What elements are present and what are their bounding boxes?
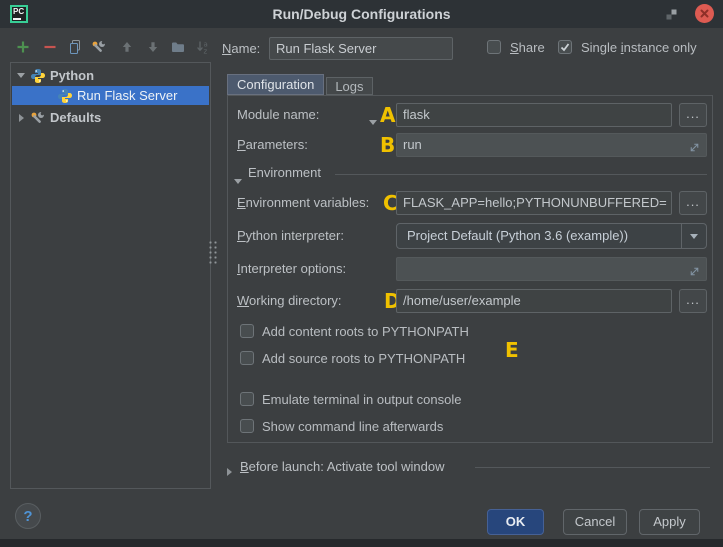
annotation-e: E [505, 338, 519, 362]
python-icon [58, 88, 72, 103]
environment-section-title[interactable]: Environment [248, 165, 321, 180]
help-button[interactable]: ? [15, 503, 41, 529]
section-divider [335, 174, 707, 175]
configuration-tab-content: Module name: A flask ... Parameters: B r… [227, 95, 713, 443]
environment-section-chevron-icon[interactable] [234, 171, 242, 189]
tree-item-label: Defaults [50, 110, 102, 125]
section-divider [475, 467, 710, 468]
checkbox-label: Add content roots to PYTHONPATH [262, 323, 469, 339]
name-label: Name: [222, 41, 261, 56]
apply-button[interactable]: Apply [639, 509, 700, 535]
tab-configuration[interactable]: Configuration [227, 74, 325, 95]
tab-logs[interactable]: Logs [326, 77, 373, 95]
python-interpreter-combobox[interactable]: Project Default (Python 3.6 (example)) [396, 223, 707, 249]
checkbox-box [240, 419, 254, 433]
environment-variables-label: Environment variables: [237, 195, 370, 210]
settings-icon [31, 111, 45, 123]
before-launch-section[interactable]: Before launch: Activate tool window [227, 458, 713, 476]
working-directory-field[interactable]: /home/user/example [396, 289, 672, 313]
parameters-field[interactable]: run [396, 133, 707, 157]
move-up-button[interactable] [118, 38, 136, 56]
move-down-button[interactable] [144, 38, 162, 56]
sort-alphabetically-icon: az [194, 38, 212, 56]
module-name-label: Module name: [237, 107, 320, 122]
tree-item-label: Python [50, 68, 95, 83]
tree-item-defaults[interactable]: Defaults [12, 108, 209, 127]
configurations-tree: Python Run Flask Server Defaults [10, 62, 211, 489]
add-configuration-button[interactable] [14, 38, 32, 56]
chevron-right-icon [227, 463, 232, 481]
checkbox-add-content-roots[interactable]: Add content roots to PYTHONPATH [240, 323, 469, 339]
ok-button[interactable]: OK [487, 509, 544, 535]
module-name-field[interactable]: flask [396, 103, 672, 127]
module-name-browse-button[interactable]: ... [679, 103, 707, 127]
tree-item-run-flask-server[interactable]: Run Flask Server [12, 86, 209, 105]
python-icon [31, 68, 45, 83]
checkbox-emulate-terminal[interactable]: Emulate terminal in output console [240, 391, 461, 407]
checkbox-box [240, 324, 254, 338]
annotation-b: B [380, 133, 396, 157]
python-interpreter-label: Python interpreter: [237, 228, 344, 243]
before-launch-label: Before launch: Activate tool window [240, 459, 445, 474]
new-folder-button[interactable] [169, 38, 187, 56]
restore-window-icon[interactable] [664, 7, 679, 22]
chevron-right-icon[interactable] [12, 113, 30, 122]
window-title: Run/Debug Configurations [272, 6, 451, 22]
close-window-button[interactable] [695, 4, 714, 23]
window-bottom-edge [0, 539, 723, 547]
module-chooser-chevron-icon[interactable] [369, 112, 377, 130]
checkbox-add-source-roots[interactable]: Add source roots to PYTHONPATH [240, 350, 465, 366]
panel-splitter-handle[interactable] [208, 240, 218, 266]
combobox-dropdown-button[interactable] [681, 224, 706, 248]
working-directory-browse-button[interactable]: ... [679, 289, 707, 313]
parameters-label: Parameters: [237, 137, 308, 152]
name-input[interactable] [269, 37, 453, 60]
environment-variables-field[interactable]: FLASK_APP=hello;PYTHONUNBUFFERED= [396, 191, 672, 215]
checkbox-show-command-line[interactable]: Show command line afterwards [240, 418, 443, 434]
checkbox-box [240, 351, 254, 365]
cancel-button[interactable]: Cancel [563, 509, 627, 535]
checkbox-label: Add source roots to PYTHONPATH [262, 350, 466, 366]
checkbox-label: Show command line afterwards [262, 418, 444, 434]
chevron-down-icon[interactable] [12, 73, 30, 78]
single-instance-label: Single instance only [581, 39, 697, 55]
annotation-a: A [380, 103, 396, 127]
expand-editor-icon[interactable] [688, 139, 701, 152]
remove-configuration-button[interactable] [41, 38, 59, 56]
svg-text:z: z [204, 48, 208, 56]
interpreter-options-field[interactable] [396, 257, 707, 281]
copy-configuration-button[interactable] [66, 38, 84, 56]
checkbox-box [240, 392, 254, 406]
edit-defaults-button[interactable] [90, 38, 108, 56]
chevron-down-icon [690, 233, 698, 239]
checkbox-box [487, 40, 501, 54]
share-label: Share [510, 39, 545, 55]
combobox-value: Project Default (Python 3.6 (example)) [407, 228, 629, 243]
expand-editor-icon[interactable] [688, 263, 701, 276]
tree-item-label: Run Flask Server [77, 88, 178, 103]
question-mark-icon: ? [23, 507, 33, 525]
titlebar: PC Run/Debug Configurations [0, 0, 723, 28]
checkbox-label: Emulate terminal in output console [262, 391, 462, 407]
tree-item-python[interactable]: Python [12, 66, 209, 85]
interpreter-options-label: Interpreter options: [237, 261, 347, 276]
checkbox-box-checked [558, 40, 572, 54]
single-instance-checkbox[interactable]: Single instance only [558, 39, 697, 55]
working-directory-label: Working directory: [237, 293, 342, 308]
tab-bar: Configuration Logs [227, 74, 373, 95]
environment-variables-browse-button[interactable]: ... [679, 191, 707, 215]
share-checkbox[interactable]: Share [487, 39, 545, 55]
